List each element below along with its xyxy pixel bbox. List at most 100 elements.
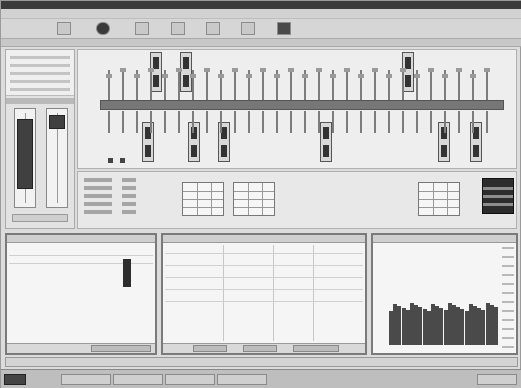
feeder-line bbox=[402, 111, 404, 133]
start-button[interactable] bbox=[4, 374, 26, 385]
y-tick bbox=[502, 283, 514, 285]
task-button-1[interactable] bbox=[61, 374, 111, 385]
feeder-line bbox=[346, 70, 348, 100]
feeder-line bbox=[416, 111, 418, 133]
status-indicator bbox=[108, 158, 113, 163]
left-panel-band bbox=[6, 98, 74, 104]
feeder-terminal bbox=[218, 74, 224, 78]
feeder-line bbox=[164, 111, 166, 133]
feeder-terminal bbox=[372, 68, 378, 72]
y-tick bbox=[502, 265, 514, 267]
feeder-line bbox=[318, 111, 320, 133]
data-table-2 bbox=[233, 182, 275, 216]
y-tick bbox=[502, 328, 514, 330]
feeder-line bbox=[178, 70, 180, 100]
spectrum-bar bbox=[494, 307, 498, 345]
feeder-line bbox=[122, 111, 124, 133]
data-table-3 bbox=[418, 182, 460, 216]
feeder-line bbox=[150, 70, 152, 100]
feeder-terminal bbox=[106, 74, 112, 78]
left-panel-button[interactable] bbox=[12, 214, 68, 222]
feeder-terminal bbox=[288, 68, 294, 72]
toolbar-button-2[interactable] bbox=[96, 22, 110, 35]
bottom-middle-panel bbox=[161, 233, 367, 355]
application-window bbox=[0, 0, 521, 388]
feeder-line bbox=[262, 70, 264, 100]
feeder-line bbox=[276, 111, 278, 133]
feeder-terminal bbox=[190, 74, 196, 78]
panel-footer bbox=[163, 343, 365, 353]
feeder-line bbox=[318, 70, 320, 100]
feeder-terminal bbox=[316, 68, 322, 72]
toolbar-button-7[interactable] bbox=[277, 22, 291, 35]
feeder-line bbox=[234, 111, 236, 133]
panel-button-2[interactable] bbox=[243, 345, 277, 352]
toolbar-button-4[interactable] bbox=[171, 22, 185, 35]
y-tick bbox=[502, 346, 514, 348]
feeder-line bbox=[234, 70, 236, 100]
toolbar-button-1[interactable] bbox=[57, 22, 71, 35]
feeder-line bbox=[444, 111, 446, 133]
feeder-line bbox=[220, 111, 222, 133]
level-indicator bbox=[123, 259, 131, 287]
feeder-line bbox=[150, 111, 152, 133]
feeder-line bbox=[430, 111, 432, 133]
feeder-line bbox=[108, 111, 110, 133]
feeder-line bbox=[136, 111, 138, 133]
feeder-line bbox=[206, 70, 208, 100]
fader-handle[interactable] bbox=[17, 119, 33, 189]
feeder-terminal bbox=[260, 68, 266, 72]
feeder-terminal bbox=[232, 68, 238, 72]
feeder-line bbox=[402, 70, 404, 100]
breaker-bottom-2[interactable] bbox=[188, 122, 200, 162]
level-meter bbox=[482, 178, 514, 214]
toolbar-button-6[interactable] bbox=[241, 22, 255, 35]
y-tick bbox=[502, 247, 514, 249]
title-bar bbox=[1, 1, 521, 9]
feeder-terminal bbox=[176, 68, 182, 72]
breaker-bottom-1[interactable] bbox=[142, 122, 154, 162]
panel-action-button[interactable] bbox=[91, 345, 151, 352]
left-control-panel bbox=[5, 49, 75, 229]
feeder-terminal bbox=[302, 74, 308, 78]
y-tick bbox=[502, 256, 514, 258]
feeder-line bbox=[458, 70, 460, 100]
feeder-line bbox=[388, 111, 390, 133]
feeder-terminal bbox=[442, 74, 448, 78]
taskbar bbox=[1, 369, 521, 388]
panel-header bbox=[373, 235, 516, 243]
feeder-terminal bbox=[428, 68, 434, 72]
panel-button-1[interactable] bbox=[193, 345, 227, 352]
y-tick bbox=[502, 310, 514, 312]
feeder-terminal bbox=[484, 68, 490, 72]
y-tick bbox=[502, 301, 514, 303]
feeder-terminal bbox=[246, 74, 252, 78]
panel-button-3[interactable] bbox=[293, 345, 339, 352]
feeder-terminal bbox=[400, 68, 406, 72]
feeder-terminal bbox=[456, 68, 462, 72]
menu-bar[interactable] bbox=[1, 9, 521, 19]
y-tick bbox=[502, 292, 514, 294]
y-tick bbox=[502, 319, 514, 321]
task-button-3[interactable] bbox=[165, 374, 215, 385]
panel-footer bbox=[7, 343, 155, 353]
secondary-toolbar bbox=[1, 39, 521, 47]
bottom-left-panel bbox=[5, 233, 157, 355]
level-fader-left[interactable] bbox=[14, 108, 36, 208]
feeder-line bbox=[304, 111, 306, 133]
task-button-2[interactable] bbox=[113, 374, 163, 385]
toolbar bbox=[1, 19, 521, 39]
spectrum-histogram bbox=[389, 247, 499, 345]
horizontal-scrollbar[interactable] bbox=[5, 357, 518, 367]
fader-handle[interactable] bbox=[49, 115, 65, 129]
task-button-4[interactable] bbox=[217, 374, 267, 385]
toolbar-button-5[interactable] bbox=[206, 22, 220, 35]
breaker-bottom-4[interactable] bbox=[320, 122, 332, 162]
breaker-top-2[interactable] bbox=[180, 52, 192, 92]
feeder-terminal bbox=[162, 74, 168, 78]
feeder-line bbox=[374, 70, 376, 100]
feeder-terminal bbox=[148, 68, 154, 72]
level-fader-right[interactable] bbox=[46, 108, 68, 208]
toolbar-button-3[interactable] bbox=[135, 22, 149, 35]
feeder-line bbox=[192, 111, 194, 133]
